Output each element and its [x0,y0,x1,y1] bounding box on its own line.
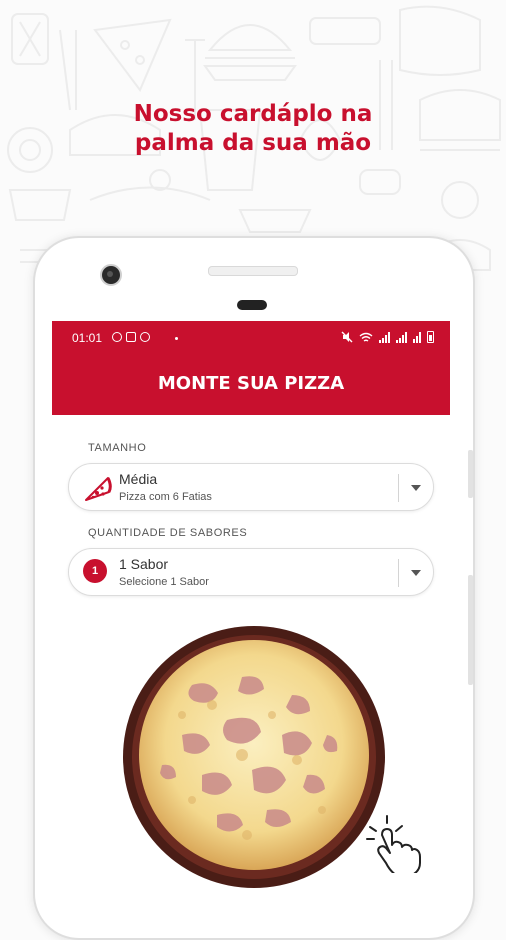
flavor-count-badge: 1 [83,559,107,583]
size-selected-detail: Pizza com 6 Fatias [119,491,212,503]
tap-hand-icon [366,815,421,873]
status-bar: 01:01 [52,327,450,349]
size-selected-value: Média [119,471,158,487]
size-dropdown[interactable]: Média Pizza com 6 Fatias [68,463,434,511]
globe-icon [140,332,150,342]
size-section-label: TAMANHO [88,442,147,454]
dropdown-divider [398,559,399,587]
notification-icons [112,332,150,342]
flavors-dropdown[interactable]: 1 1 Sabor Selecione 1 Sabor [68,548,434,596]
flavors-selected-detail: Selecione 1 Sabor [119,576,209,588]
signal-icon-2 [396,331,407,343]
page-title: MONTE SUA PIZZA [157,373,345,394]
mute-icon [341,331,353,343]
promo-headline: Nosso cardáplo na palma da sua mão [0,100,506,158]
phone-volume-button [468,575,473,685]
more-notifications-dot [175,337,178,340]
proximity-sensor [237,300,267,310]
system-icons [341,331,434,343]
pizza-preview-image[interactable] [122,625,387,890]
promo-headline-line-2: palma da sua mão [134,130,372,156]
pizza-slice-icon [85,477,112,501]
app-bar: 01:01 MONTE SUA PIZZA [52,321,450,415]
status-time: 01:01 [72,331,103,345]
signal-icon [379,331,390,343]
promo-headline-line-1: Nosso cardáplo na [133,101,373,127]
phone-side-button [468,450,473,498]
dropdown-divider [398,474,399,502]
earpiece-speaker [208,266,298,276]
flavors-selected-value: 1 Sabor [119,556,169,572]
chevron-down-icon[interactable] [411,570,421,576]
signal-icon-3 [413,331,421,343]
wifi-icon [359,332,373,342]
instagram-icon [112,332,122,342]
flavors-section-label: QUANTIDADE DE SABORES [88,527,248,539]
app-screen: 01:01 MONTE SUA PIZZA TAMANHO Média Pizz… [52,321,450,900]
battery-icon [427,331,434,343]
front-camera [100,264,122,286]
image-icon [126,332,136,342]
chevron-down-icon[interactable] [411,485,421,491]
